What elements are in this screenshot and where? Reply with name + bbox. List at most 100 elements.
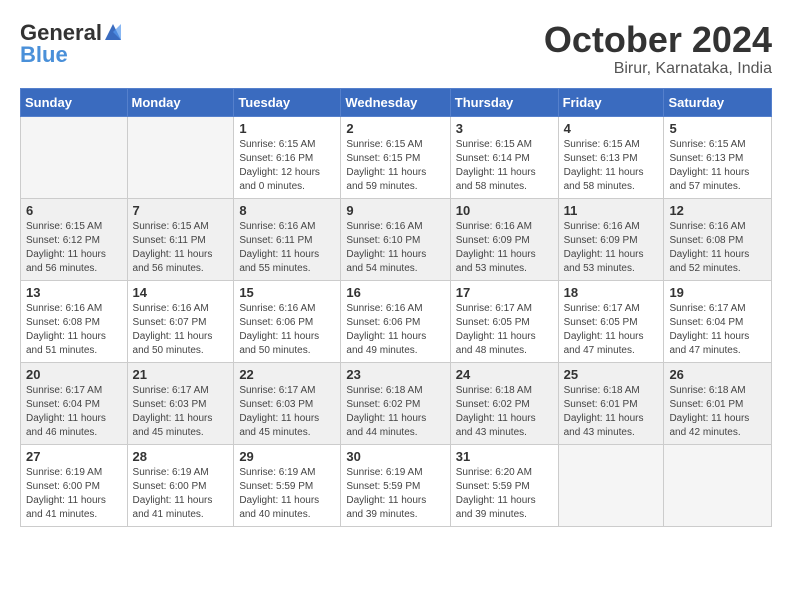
calendar-cell: 4Sunrise: 6:15 AM Sunset: 6:13 PM Daylig…: [558, 116, 664, 198]
day-number: 27: [26, 449, 122, 464]
day-info: Sunrise: 6:15 AM Sunset: 6:14 PM Dayligh…: [456, 138, 553, 194]
day-number: 18: [564, 285, 659, 300]
day-number: 14: [133, 285, 229, 300]
calendar-cell: 27 Sunrise: 6:19 AM Sunset: 6:00 PM Dayli…: [21, 444, 128, 526]
day-info: Sunrise: 6:19 AM Sunset: 5:59 PM Dayligh…: [239, 466, 335, 522]
day-number: 26: [669, 367, 766, 382]
calendar-cell: 29 Sunrise: 6:19 AM Sunset: 5:59 PM Dayli…: [234, 444, 341, 526]
calendar-week-row: 27 Sunrise: 6:19 AM Sunset: 6:00 PM Dayli…: [21, 444, 772, 526]
day-number: 16: [346, 285, 444, 300]
day-number: 22: [239, 367, 335, 382]
calendar-cell: 25 Sunrise: 6:18 AM Sunset: 6:01 PM Dayli…: [558, 362, 664, 444]
calendar-cell: 15 Sunrise: 6:16 AM Sunset: 6:06 PM Dayli…: [234, 280, 341, 362]
weekday-header: Tuesday: [234, 88, 341, 116]
calendar-cell: 21 Sunrise: 6:17 AM Sunset: 6:03 PM Dayli…: [127, 362, 234, 444]
calendar-cell: 10 Sunrise: 6:16 AM Sunset: 6:09 PM Dayli…: [450, 198, 558, 280]
weekday-header: Saturday: [664, 88, 772, 116]
calendar-cell: 18 Sunrise: 6:17 AM Sunset: 6:05 PM Dayli…: [558, 280, 664, 362]
calendar-cell: 20 Sunrise: 6:17 AM Sunset: 6:04 PM Dayli…: [21, 362, 128, 444]
day-number: 1: [239, 121, 335, 136]
calendar-cell: 28 Sunrise: 6:19 AM Sunset: 6:00 PM Dayli…: [127, 444, 234, 526]
day-info: Sunrise: 6:15 AM Sunset: 6:13 PM Dayligh…: [669, 138, 766, 194]
day-number: 6: [26, 203, 122, 218]
day-info: Sunrise: 6:17 AM Sunset: 6:05 PM Dayligh…: [456, 302, 553, 358]
day-info: Sunrise: 6:17 AM Sunset: 6:04 PM Dayligh…: [26, 384, 122, 440]
calendar-week-row: 1 Sunrise: 6:15 AM Sunset: 6:16 PM Daylig…: [21, 116, 772, 198]
calendar-week-row: 20 Sunrise: 6:17 AM Sunset: 6:04 PM Dayli…: [21, 362, 772, 444]
weekday-header: Wednesday: [341, 88, 450, 116]
day-info: Sunrise: 6:17 AM Sunset: 6:03 PM Dayligh…: [133, 384, 229, 440]
day-info: Sunrise: 6:18 AM Sunset: 6:02 PM Dayligh…: [456, 384, 553, 440]
calendar-cell: 19Sunrise: 6:17 AM Sunset: 6:04 PM Dayli…: [664, 280, 772, 362]
weekday-header: Monday: [127, 88, 234, 116]
calendar-cell: 8Sunrise: 6:16 AM Sunset: 6:11 PM Daylig…: [234, 198, 341, 280]
day-info: Sunrise: 6:18 AM Sunset: 6:02 PM Dayligh…: [346, 384, 444, 440]
day-number: 4: [564, 121, 659, 136]
day-info: Sunrise: 6:16 AM Sunset: 6:08 PM Dayligh…: [26, 302, 122, 358]
calendar-cell: 12Sunrise: 6:16 AM Sunset: 6:08 PM Dayli…: [664, 198, 772, 280]
calendar-cell: 13Sunrise: 6:16 AM Sunset: 6:08 PM Dayli…: [21, 280, 128, 362]
logo-icon: [103, 22, 123, 42]
day-number: 15: [239, 285, 335, 300]
location: Birur, Karnataka, India: [544, 60, 772, 78]
calendar-week-row: 6Sunrise: 6:15 AM Sunset: 6:12 PM Daylig…: [21, 198, 772, 280]
weekday-header-row: SundayMondayTuesdayWednesdayThursdayFrid…: [21, 88, 772, 116]
calendar-cell: 30Sunrise: 6:19 AM Sunset: 5:59 PM Dayli…: [341, 444, 450, 526]
day-number: 5: [669, 121, 766, 136]
day-number: 19: [669, 285, 766, 300]
day-info: Sunrise: 6:16 AM Sunset: 6:10 PM Dayligh…: [346, 220, 444, 276]
calendar-cell: 17Sunrise: 6:17 AM Sunset: 6:05 PM Dayli…: [450, 280, 558, 362]
day-number: 25: [564, 367, 659, 382]
logo: General Blue: [20, 20, 123, 68]
day-info: Sunrise: 6:20 AM Sunset: 5:59 PM Dayligh…: [456, 466, 553, 522]
day-info: Sunrise: 6:16 AM Sunset: 6:09 PM Dayligh…: [456, 220, 553, 276]
day-info: Sunrise: 6:15 AM Sunset: 6:15 PM Dayligh…: [346, 138, 444, 194]
calendar-cell: 3 Sunrise: 6:15 AM Sunset: 6:14 PM Daylig…: [450, 116, 558, 198]
day-info: Sunrise: 6:17 AM Sunset: 6:03 PM Dayligh…: [239, 384, 335, 440]
weekday-header: Thursday: [450, 88, 558, 116]
calendar-cell: 1 Sunrise: 6:15 AM Sunset: 6:16 PM Daylig…: [234, 116, 341, 198]
day-info: Sunrise: 6:19 AM Sunset: 6:00 PM Dayligh…: [26, 466, 122, 522]
day-number: 31: [456, 449, 553, 464]
day-number: 24: [456, 367, 553, 382]
day-info: Sunrise: 6:18 AM Sunset: 6:01 PM Dayligh…: [669, 384, 766, 440]
day-number: 28: [133, 449, 229, 464]
day-info: Sunrise: 6:16 AM Sunset: 6:09 PM Dayligh…: [564, 220, 659, 276]
title-block: October 2024 Birur, Karnataka, India: [544, 20, 772, 78]
calendar-cell: 6Sunrise: 6:15 AM Sunset: 6:12 PM Daylig…: [21, 198, 128, 280]
month-title: October 2024: [544, 20, 772, 60]
day-number: 10: [456, 203, 553, 218]
day-info: Sunrise: 6:18 AM Sunset: 6:01 PM Dayligh…: [564, 384, 659, 440]
day-number: 11: [564, 203, 659, 218]
calendar-cell: 14Sunrise: 6:16 AM Sunset: 6:07 PM Dayli…: [127, 280, 234, 362]
calendar-cell: [558, 444, 664, 526]
day-number: 3: [456, 121, 553, 136]
day-number: 7: [133, 203, 229, 218]
page-header: General Blue October 2024 Birur, Karnata…: [20, 20, 772, 78]
day-number: 21: [133, 367, 229, 382]
calendar-cell: 2 Sunrise: 6:15 AM Sunset: 6:15 PM Daylig…: [341, 116, 450, 198]
day-number: 20: [26, 367, 122, 382]
calendar-cell: 9 Sunrise: 6:16 AM Sunset: 6:10 PM Daylig…: [341, 198, 450, 280]
day-info: Sunrise: 6:16 AM Sunset: 6:11 PM Dayligh…: [239, 220, 335, 276]
day-number: 23: [346, 367, 444, 382]
day-number: 30: [346, 449, 444, 464]
calendar-cell: 11 Sunrise: 6:16 AM Sunset: 6:09 PM Dayli…: [558, 198, 664, 280]
calendar-cell: [127, 116, 234, 198]
day-number: 9: [346, 203, 444, 218]
day-number: 29: [239, 449, 335, 464]
calendar-cell: 24 Sunrise: 6:18 AM Sunset: 6:02 PM Dayli…: [450, 362, 558, 444]
calendar-cell: 16Sunrise: 6:16 AM Sunset: 6:06 PM Dayli…: [341, 280, 450, 362]
day-info: Sunrise: 6:15 AM Sunset: 6:11 PM Dayligh…: [133, 220, 229, 276]
calendar-cell: [664, 444, 772, 526]
day-number: 2: [346, 121, 444, 136]
calendar-cell: 31 Sunrise: 6:20 AM Sunset: 5:59 PM Dayli…: [450, 444, 558, 526]
day-info: Sunrise: 6:17 AM Sunset: 6:05 PM Dayligh…: [564, 302, 659, 358]
day-info: Sunrise: 6:16 AM Sunset: 6:06 PM Dayligh…: [239, 302, 335, 358]
day-number: 12: [669, 203, 766, 218]
calendar-cell: [21, 116, 128, 198]
calendar-cell: 22 Sunrise: 6:17 AM Sunset: 6:03 PM Dayli…: [234, 362, 341, 444]
day-info: Sunrise: 6:15 AM Sunset: 6:16 PM Dayligh…: [239, 138, 335, 194]
calendar-cell: 26 Sunrise: 6:18 AM Sunset: 6:01 PM Dayli…: [664, 362, 772, 444]
day-info: Sunrise: 6:19 AM Sunset: 6:00 PM Dayligh…: [133, 466, 229, 522]
